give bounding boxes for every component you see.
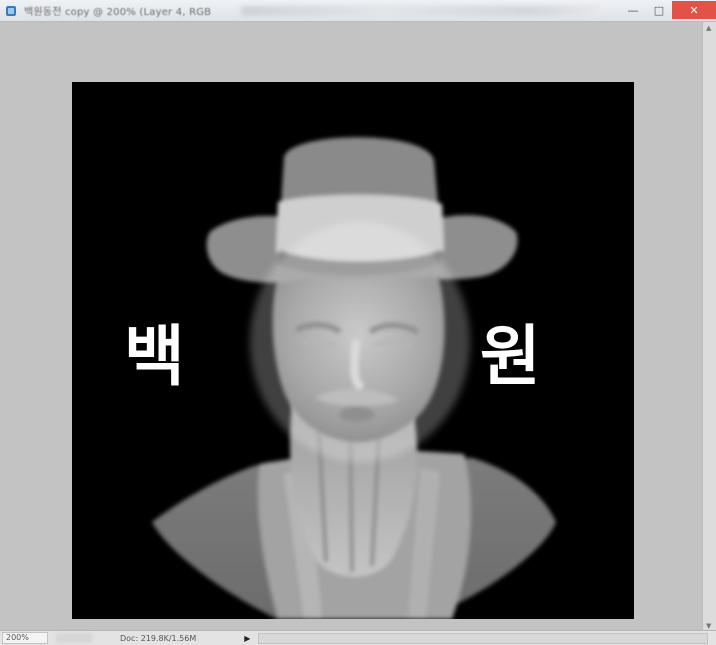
canvas-area[interactable]: 백 원: [0, 22, 716, 632]
maximize-button[interactable]: □: [646, 1, 672, 19]
scroll-down-icon[interactable]: ▼: [706, 622, 711, 630]
title-bar[interactable]: 백원동전 copy @ 200% (Layer 4, RGB — □ ✕: [0, 0, 716, 22]
status-bar: 200% Doc: 219.8K/1.56M ▶: [0, 630, 716, 645]
close-button[interactable]: ✕: [672, 1, 716, 19]
window-controls: — □ ✕: [620, 0, 716, 20]
vertical-scrollbar[interactable]: ▲ ▼: [702, 22, 716, 632]
minimize-button[interactable]: —: [620, 1, 646, 19]
photoshop-document-icon: [4, 4, 18, 18]
horizontal-scrollbar[interactable]: [258, 632, 709, 644]
status-blurred-region: [56, 633, 92, 643]
document-window: 백원동전 copy @ 200% (Layer 4, RGB — □ ✕ 백 원…: [0, 0, 716, 645]
status-menu-arrow-icon[interactable]: ▶: [244, 634, 250, 643]
glow-overlay: [250, 222, 470, 462]
title-blurred-region: [241, 5, 602, 16]
hangul-left-character: 백: [124, 318, 185, 395]
zoom-level-field[interactable]: 200%: [2, 632, 48, 644]
scroll-up-icon[interactable]: ▲: [706, 24, 711, 32]
window-title: 백원동전 copy @ 200% (Layer 4, RGB: [24, 7, 212, 18]
hangul-right-character: 원: [480, 318, 541, 395]
document-canvas[interactable]: 백 원: [72, 82, 634, 619]
document-size-info: Doc: 219.8K/1.56M: [120, 633, 197, 643]
